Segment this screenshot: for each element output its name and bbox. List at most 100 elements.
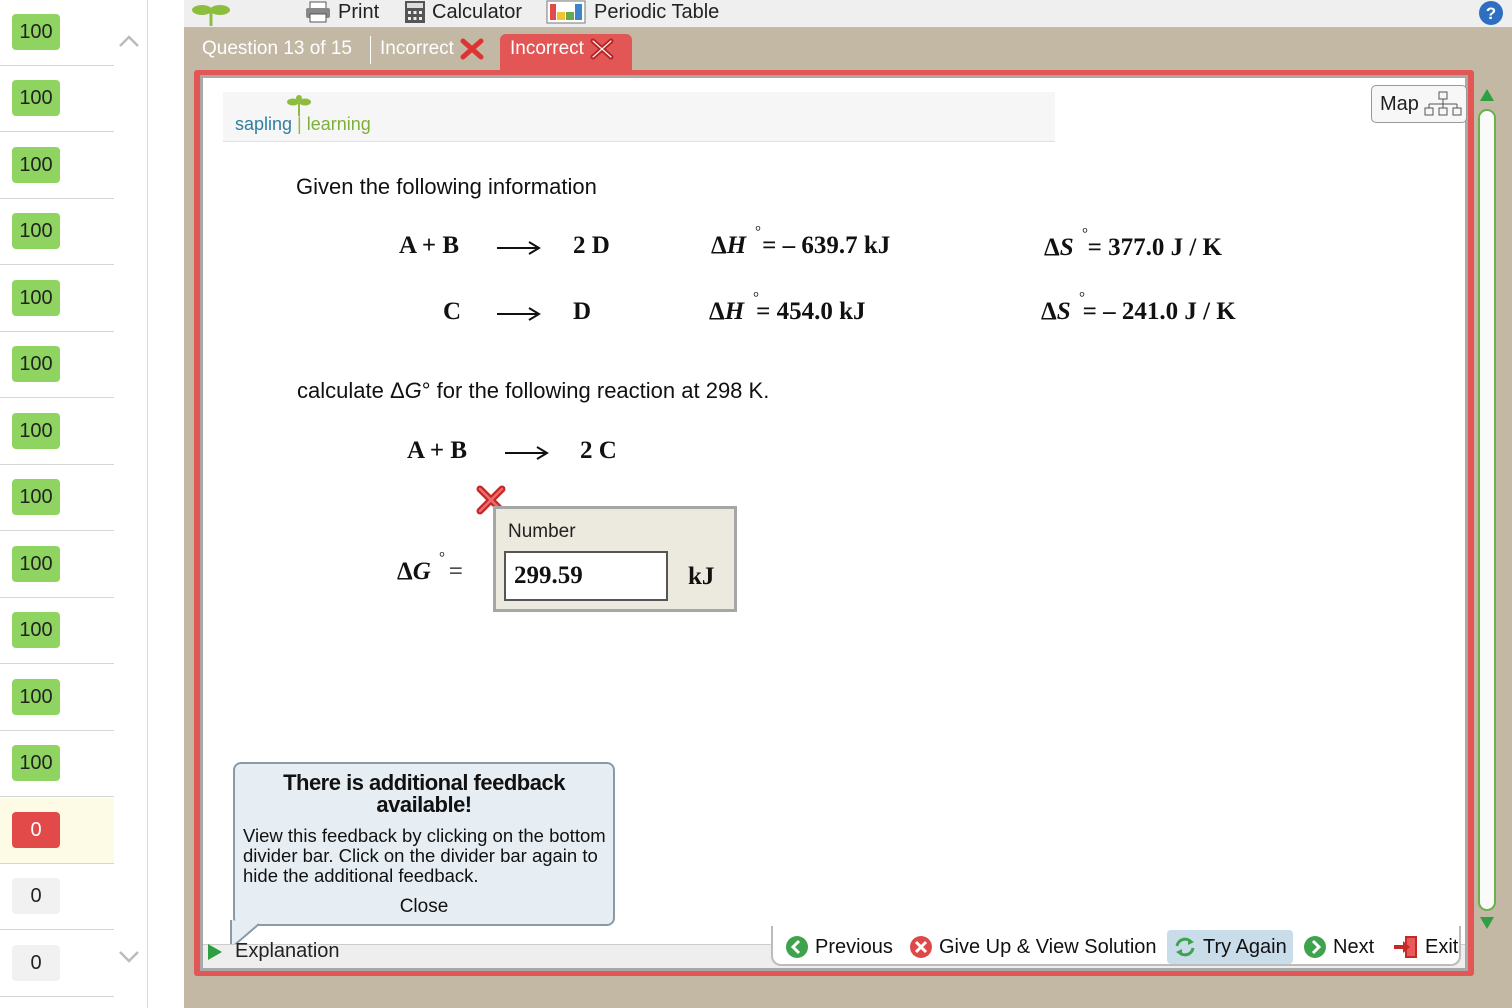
tab-attempt-label: Incorrect: [380, 38, 454, 59]
previous-button[interactable]: Previous: [785, 930, 893, 964]
reaction-1-entropy: ΔS ° = 377.0 J / K: [1044, 226, 1222, 261]
calculator-icon: [405, 1, 425, 23]
question-row-7[interactable]: 100: [0, 399, 114, 465]
answer-widget: Number 299.59 kJ: [493, 506, 737, 612]
tab-divider: [370, 36, 371, 64]
play-triangle-icon: [208, 943, 222, 960]
score-badge: 100: [12, 346, 60, 382]
feedback-close-button[interactable]: Close: [235, 896, 613, 918]
score-badge: 100: [12, 679, 60, 715]
reaction-2-entropy: ΔS ° = – 241.0 J / K: [1041, 290, 1236, 325]
score-badge: 100: [12, 479, 60, 515]
question-frame: sapling | learning Map Given the followi…: [194, 70, 1496, 976]
periodic-table-label: Periodic Table: [594, 0, 720, 23]
score-badge: 100: [12, 612, 60, 648]
try-again-label: Try Again: [1203, 935, 1287, 958]
reaction-arrow-icon: [497, 241, 541, 255]
sapling-sprout-icon: [287, 95, 311, 116]
question-content: sapling | learning Map Given the followi…: [200, 75, 1496, 971]
question-row-1[interactable]: 100: [0, 0, 114, 66]
chevron-down-icon[interactable]: [117, 948, 141, 968]
sitemap-icon: [1424, 91, 1462, 116]
explanation-toggle[interactable]: Explanation: [207, 940, 340, 963]
printer-icon: [306, 1, 330, 23]
feedback-callout: There is additional feedback available! …: [233, 762, 615, 926]
target-products: 2 C: [580, 437, 617, 464]
periodic-table-button[interactable]: Periodic Table: [546, 0, 719, 24]
question-intro: Given the following information: [296, 174, 597, 199]
reaction-2-reactants: C: [443, 298, 462, 325]
score-badge: 100: [12, 147, 60, 183]
target-reactants: A + B: [407, 437, 468, 464]
tab-attempt-2[interactable]: Incorrect: [500, 34, 632, 72]
question-prompt: calculate ΔG° for the following reaction…: [297, 378, 770, 403]
dg-label: ΔG ° =: [397, 550, 463, 585]
previous-label: Previous: [815, 935, 893, 958]
score-badge: 0: [12, 878, 60, 914]
question-panel: Print Calculator Periodic Table ? Questi…: [184, 0, 1512, 1008]
score-badge: 100: [12, 14, 60, 50]
score-badge: 100: [12, 745, 60, 781]
exit-button[interactable]: Exit: [1393, 930, 1458, 964]
question-row-5[interactable]: 100: [0, 266, 114, 332]
map-label: Map: [1380, 92, 1419, 115]
score-sidebar: 100 100 100 100 100 100 100 100 100 100 …: [0, 0, 148, 1008]
logo-word-sapling: sapling: [235, 114, 293, 134]
answer-label: Number: [508, 521, 576, 542]
sapling-logo-banner: sapling | learning: [223, 92, 1055, 142]
sapling-logo: sapling | learning: [235, 114, 371, 134]
incorrect-x-icon: [590, 38, 614, 60]
help-icon[interactable]: ?: [1478, 0, 1504, 26]
reaction-1-enthalpy: ΔH ° = – 639.7 kJ: [711, 224, 891, 259]
next-button[interactable]: Next: [1303, 930, 1374, 964]
exit-door-icon: [1394, 936, 1417, 958]
navigation-bar: Previous Give Up & View Solution Try Aga…: [771, 926, 1461, 966]
close-circle-icon: [910, 936, 932, 958]
svg-text:?: ?: [1486, 4, 1496, 23]
content-scrollbar[interactable]: [1475, 83, 1499, 943]
question-row-12[interactable]: 100: [0, 731, 114, 797]
print-button[interactable]: Print: [304, 0, 379, 24]
question-row-4[interactable]: 100: [0, 199, 114, 265]
question-row-8[interactable]: 100: [0, 465, 114, 531]
score-badge: 0: [12, 812, 60, 848]
try-again-button[interactable]: Try Again: [1167, 930, 1293, 964]
score-badge: 100: [12, 280, 60, 316]
question-row-14[interactable]: 0: [0, 864, 114, 930]
question-row-2[interactable]: 100: [0, 66, 114, 132]
reaction-1-products: 2 D: [573, 232, 610, 259]
scroll-up-icon[interactable]: [1479, 87, 1495, 103]
question-row-9[interactable]: 100: [0, 532, 114, 598]
map-button[interactable]: Map: [1371, 85, 1467, 123]
periodic-table-icon: [546, 0, 586, 24]
exit-label: Exit: [1425, 935, 1459, 958]
question-row-11[interactable]: 100: [0, 665, 114, 731]
score-badge: 100: [12, 546, 60, 582]
calculator-label: Calculator: [432, 0, 523, 23]
scrollbar-thumb[interactable]: [1478, 109, 1496, 911]
give-up-button[interactable]: Give Up & View Solution: [909, 930, 1157, 964]
chevron-up-icon[interactable]: [117, 30, 141, 50]
reaction-arrow-icon: [505, 446, 549, 460]
question-row-13[interactable]: 0: [0, 798, 114, 864]
feedback-body: View this feedback by clicking on the bo…: [243, 825, 606, 886]
calculator-button[interactable]: Calculator: [404, 0, 522, 24]
reaction-arrow-icon: [497, 307, 541, 321]
question-row-15[interactable]: 0: [0, 931, 114, 997]
sapling-leaf-icon: [192, 5, 230, 26]
reaction-2-enthalpy: ΔH ° = 454.0 kJ: [709, 290, 866, 325]
top-toolbar: Print Calculator Periodic Table ?: [184, 0, 1512, 28]
tab-attempt-1[interactable]: Incorrect: [380, 38, 484, 60]
question-row-10[interactable]: 100: [0, 598, 114, 664]
question-row-3[interactable]: 100: [0, 133, 114, 199]
tab-attempt-label: Incorrect: [510, 38, 584, 59]
arrow-left-icon: [786, 936, 808, 958]
score-badge: 0: [12, 945, 60, 981]
score-badge: 100: [12, 80, 60, 116]
attempt-tabs: Question 13 of 15 Incorrect Incorrect: [184, 30, 1512, 72]
question-row-6[interactable]: 100: [0, 332, 114, 398]
arrow-right-icon: [1304, 936, 1326, 958]
scroll-down-icon[interactable]: [1479, 915, 1495, 931]
score-badge: 100: [12, 213, 60, 249]
answer-input[interactable]: 299.59: [504, 551, 668, 601]
